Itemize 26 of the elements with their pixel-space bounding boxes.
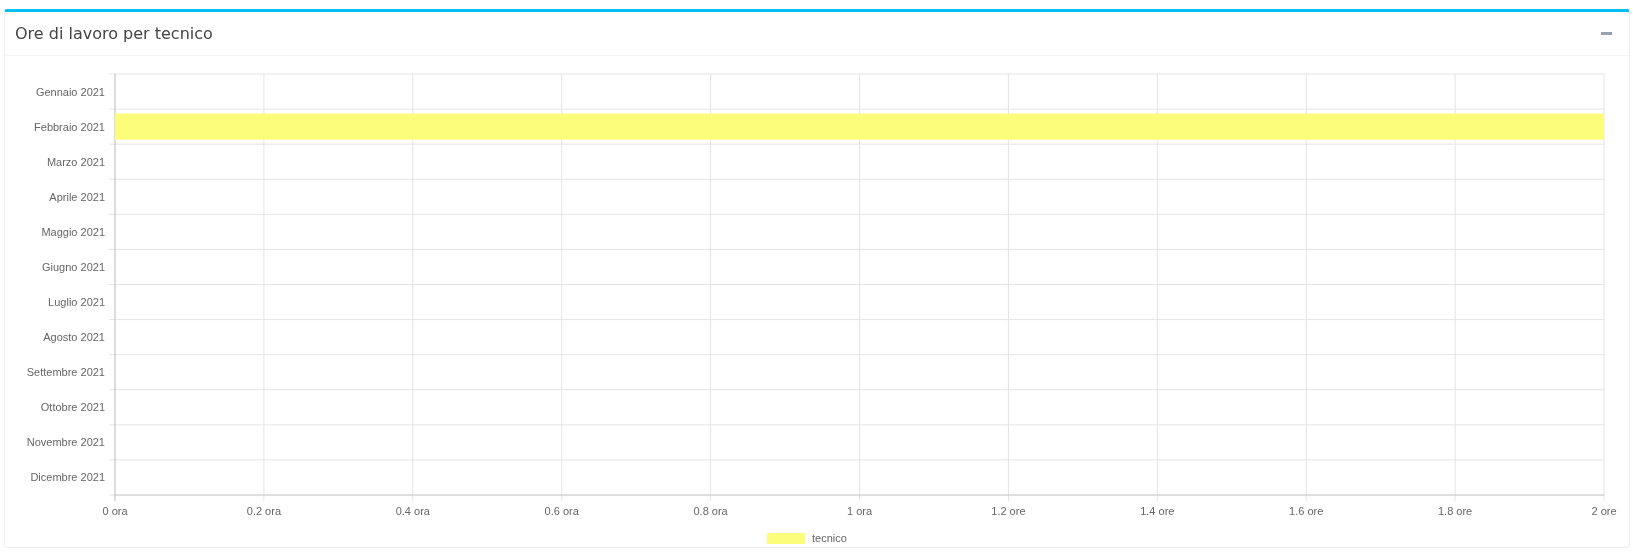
axis-label: Novembre 2021 [26,436,105,449]
tick-label: 0.2 ora [246,505,281,517]
axis-label: Luglio 2021 [48,296,105,309]
axis-label: Febbraio 2021 [34,120,105,133]
tick-label: 1.8 ore [1437,505,1473,517]
tick-label: 1 ora [846,505,873,517]
tick-label: 2 ore [1591,505,1617,517]
legend-label: tecnico [812,532,847,544]
minus-icon [1601,32,1612,35]
axis-label: Gennaio 2021 [35,85,105,98]
tick-label: 1.4 ore [1140,505,1175,517]
axis-label: Maggio 2021 [41,225,105,238]
tick-label: 0.8 ora [693,505,728,517]
axis-label: Aprile 2021 [49,190,105,203]
tick-label: 1.6 ore [1289,505,1324,517]
axis-label: Giugno 2021 [42,260,105,273]
tick-label: 0.6 ora [544,505,579,517]
axis-label: Settembre 2021 [26,366,105,379]
axis-label: Agosto 2021 [43,331,105,344]
tick-label: 0.4 ora [395,505,430,517]
axis-label: Ottobre 2021 [40,401,105,414]
tick-label: 1.2 ore [991,505,1026,517]
axis-label: Dicembre 2021 [30,471,105,484]
box-title: Ore di lavoro per tecnico [15,24,213,43]
axis-label: Marzo 2021 [46,155,105,168]
tick-label: 0 ora [102,505,128,517]
